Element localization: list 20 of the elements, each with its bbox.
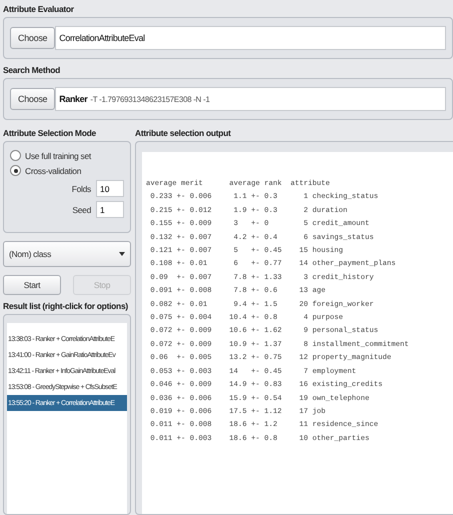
evaluator-field[interactable]: CorrelationAttributeEval: [55, 26, 446, 50]
choose-button[interactable]: Choose: [10, 88, 56, 110]
section-title: Search Method: [3, 64, 62, 77]
section-title: Result list (right-click for options): [3, 300, 129, 313]
input-field[interactable]: 10: [96, 180, 124, 197]
radio-button[interactable]: [10, 165, 21, 176]
caret-icon: [119, 251, 125, 257]
field-label: Seed: [72, 204, 91, 214]
action-button[interactable]: Start: [3, 275, 61, 295]
section-title: Attribute selection output: [135, 127, 232, 140]
input-field[interactable]: 1: [96, 201, 124, 218]
field-label: Folds: [72, 184, 91, 194]
radio-label: Use full training set: [25, 150, 91, 160]
choose-button[interactable]: Choose: [10, 27, 56, 49]
section-title: Attribute Evaluator: [3, 3, 75, 16]
section-title: Attribute Selection Mode: [3, 127, 97, 140]
radio-label: Cross-validation: [25, 166, 82, 176]
class-dropdown[interactable]: (Nom) class: [3, 241, 131, 267]
radio-button[interactable]: [10, 150, 21, 161]
search-method-field[interactable]: Ranker -T -1.7976931348623157E308 -N -1: [55, 87, 446, 111]
